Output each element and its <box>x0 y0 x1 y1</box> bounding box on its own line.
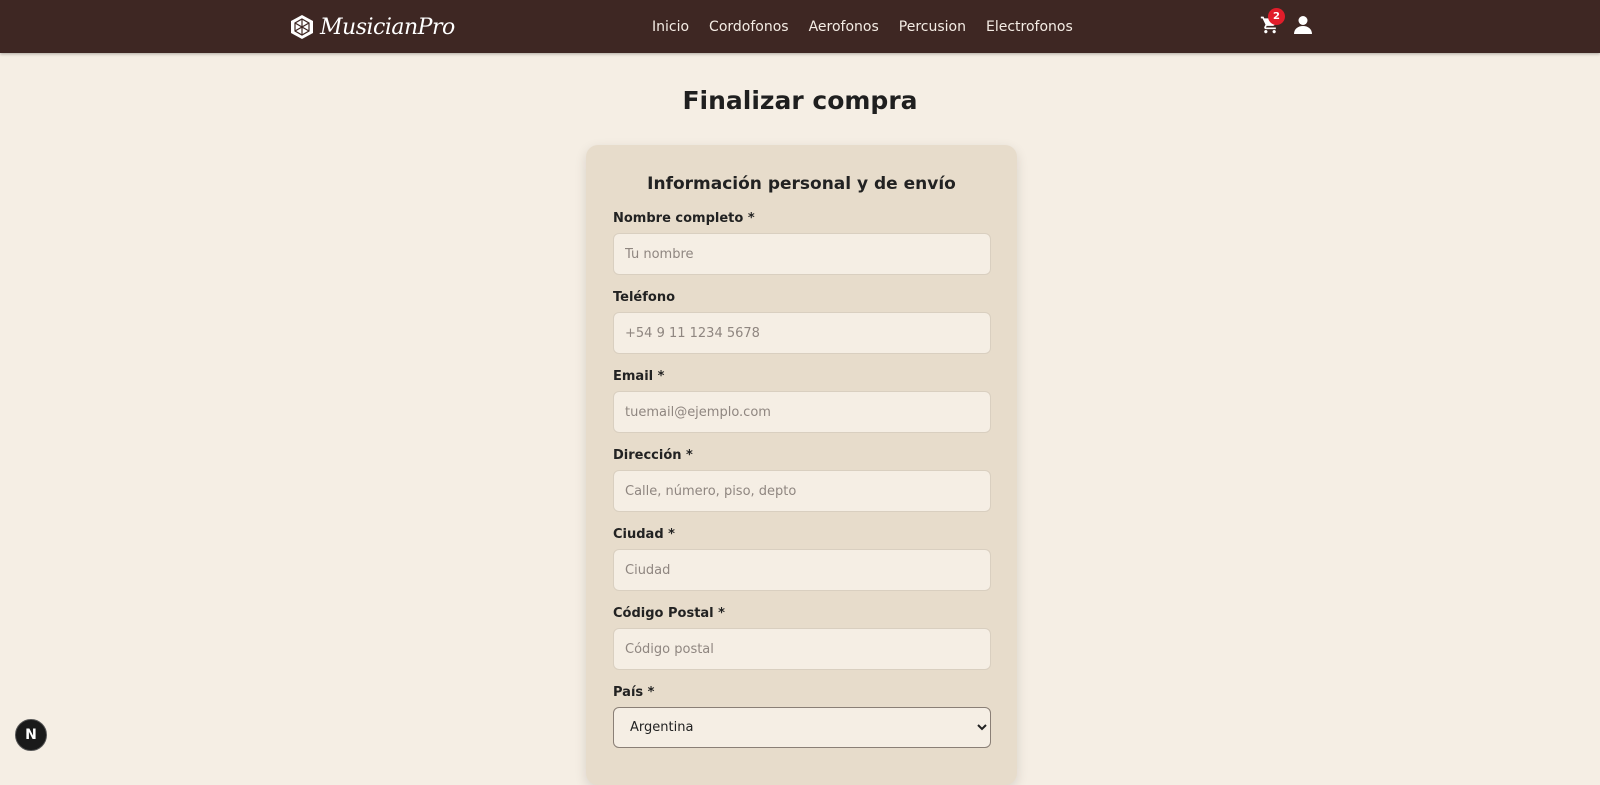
full-name-label: Nombre completo * <box>613 211 755 226</box>
address-label: Dirección * <box>613 448 693 463</box>
form-section-title: Información personal y de envío <box>647 174 956 194</box>
checkout-form-card: Información personal y de envío Nombre c… <box>586 145 1017 785</box>
city-input[interactable] <box>613 549 991 591</box>
cart-count-badge: 2 <box>1268 8 1285 25</box>
postal-code-input[interactable] <box>613 628 991 670</box>
city-label: Ciudad * <box>613 527 675 542</box>
dev-tools-badge-label: N <box>25 727 37 743</box>
nav-link-cordofonos[interactable]: Cordofonos <box>709 19 789 35</box>
user-icon[interactable] <box>1294 15 1312 35</box>
email-input[interactable] <box>613 391 991 433</box>
country-select[interactable]: Argentina <box>613 707 991 748</box>
nav-link-inicio[interactable]: Inicio <box>652 19 689 35</box>
full-name-field-group: Nombre completo * <box>613 211 991 275</box>
brand-name: MusicianPro <box>320 14 455 40</box>
phone-label: Teléfono <box>613 290 676 305</box>
email-field-group: Email * <box>613 369 991 433</box>
full-name-input[interactable] <box>613 233 991 275</box>
phone-input[interactable] <box>613 312 991 354</box>
page-title: Finalizar compra <box>682 86 918 115</box>
nav-link-electrofonos[interactable]: Electrofonos <box>986 19 1073 35</box>
email-label: Email * <box>613 369 665 384</box>
country-field-group: País * Argentina <box>613 685 991 748</box>
nav-link-percusion[interactable]: Percusion <box>899 19 966 35</box>
top-navbar: MusicianPro Inicio Cordofonos Aerofonos … <box>0 0 1600 53</box>
address-input[interactable] <box>613 470 991 512</box>
nav-link-aerofonos[interactable]: Aerofonos <box>809 19 879 35</box>
brand-logo[interactable]: MusicianPro <box>290 13 455 41</box>
phone-field-group: Teléfono <box>613 290 991 354</box>
logo-cube-icon <box>291 15 313 39</box>
main-nav: Inicio Cordofonos Aerofonos Percusion El… <box>652 0 1093 53</box>
postal-code-label: Código Postal * <box>613 606 725 621</box>
city-field-group: Ciudad * <box>613 527 991 591</box>
dev-tools-badge[interactable]: N <box>15 719 47 751</box>
address-field-group: Dirección * <box>613 448 991 512</box>
country-label: País * <box>613 685 655 700</box>
postal-code-field-group: Código Postal * <box>613 606 991 670</box>
